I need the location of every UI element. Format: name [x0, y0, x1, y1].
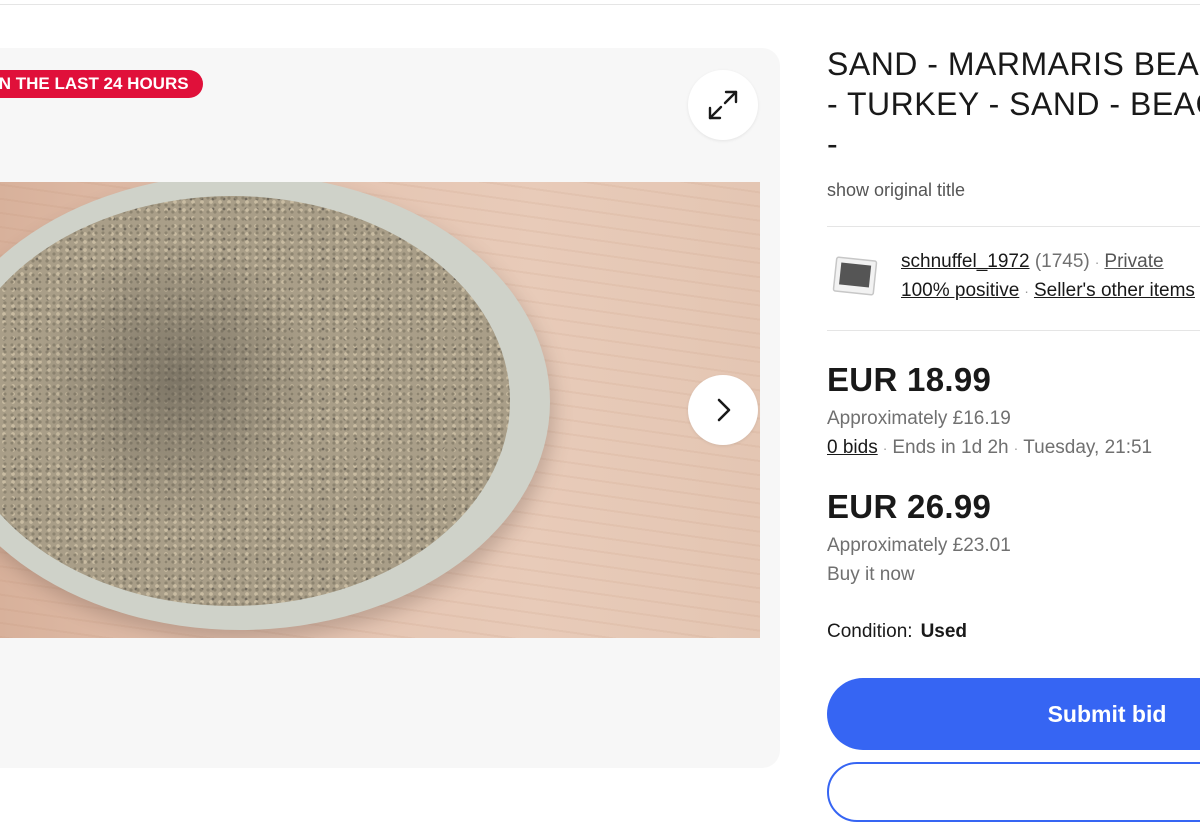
- seller-links-row: 100% positive · Seller's other items: [901, 280, 1195, 302]
- bid-status-row: 0 bids · Ends in 1d 2h · Tuesday, 21:51: [827, 437, 1152, 459]
- buy-now-price: EUR 26.99: [827, 488, 992, 525]
- listing-title: SAND - MARMARIS BEACH - TURKEY - SAND - …: [827, 46, 1200, 162]
- condition-label: Condition:: [827, 621, 913, 642]
- seller-info-row: schnuffel_1972 (1745) · Private: [901, 251, 1164, 273]
- seller-avatar[interactable]: [832, 254, 878, 300]
- positive-feedback-link[interactable]: 100% positive: [901, 280, 1019, 301]
- divider: [827, 330, 1200, 331]
- buy-now-label: Buy it now: [827, 564, 915, 585]
- condition-value: Used: [920, 621, 968, 642]
- condition-row: Condition: Used: [827, 621, 967, 643]
- product-photo[interactable]: [0, 182, 760, 638]
- buy-now-approx: Approximately £23.01: [827, 535, 1011, 556]
- submit-bid-button[interactable]: Submit bid: [827, 678, 1200, 750]
- current-bid-approx: Approximately £16.19: [827, 408, 1011, 429]
- expand-button[interactable]: [688, 70, 758, 140]
- current-bid-price: EUR 18.99: [827, 361, 992, 398]
- separator-dot: ·: [882, 440, 888, 456]
- seller-type-link[interactable]: Private: [1104, 251, 1163, 272]
- feedback-count: (1745): [1034, 251, 1090, 272]
- seller-name-link[interactable]: schnuffel_1972: [901, 251, 1030, 272]
- secondary-action-button[interactable]: [827, 762, 1200, 822]
- sellers-other-items-link[interactable]: Seller's other items: [1034, 280, 1195, 301]
- time-badge: IN THE LAST 24 HOURS: [0, 70, 203, 98]
- divider: [827, 226, 1200, 227]
- separator-dot: ·: [1094, 254, 1100, 270]
- separator-dot: ·: [1013, 440, 1019, 456]
- separator-dot: ·: [1024, 283, 1029, 299]
- submit-bid-label: Submit bid: [1047, 700, 1167, 727]
- chevron-right-icon: [717, 398, 731, 422]
- bids-link[interactable]: 0 bids: [827, 437, 878, 458]
- next-image-button[interactable]: [688, 375, 758, 445]
- ends-in: Ends in 1d 2h: [892, 437, 1009, 458]
- header-divider: [0, 0, 1200, 5]
- listing-info: SAND - MARMARIS BEACH - TURKEY - SAND - …: [827, 44, 1200, 164]
- end-time: Tuesday, 21:51: [1023, 437, 1153, 458]
- time-badge-label: IN THE LAST 24 HOURS: [0, 74, 189, 93]
- image-gallery: [0, 48, 780, 768]
- show-original-title-link[interactable]: show original title: [827, 180, 965, 201]
- expand-icon: [708, 90, 738, 120]
